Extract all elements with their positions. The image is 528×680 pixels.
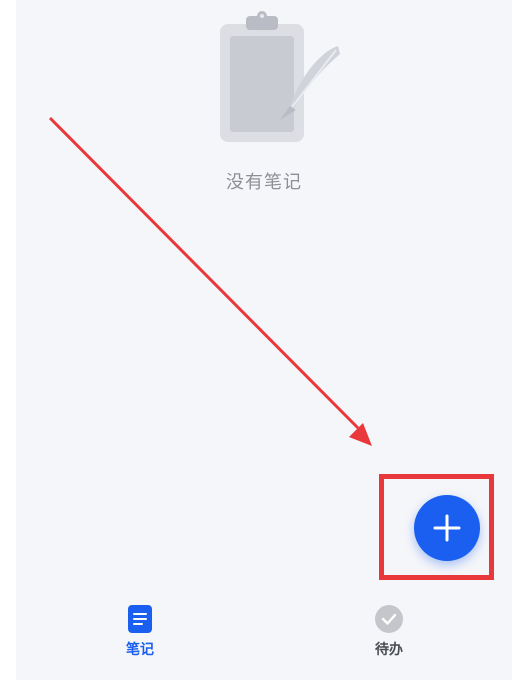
plus-icon — [433, 514, 461, 542]
todo-check-icon — [375, 605, 403, 633]
empty-state: 没有笔记 — [16, 0, 512, 200]
app-screen: 没有笔记 — [16, 0, 512, 680]
nav-tab-notes[interactable]: 笔记 — [90, 604, 190, 664]
nav-tab-todo[interactable]: 待办 — [339, 604, 439, 664]
add-note-button[interactable] — [414, 495, 480, 561]
notes-icon — [128, 605, 152, 633]
empty-state-message: 没有笔记 — [226, 172, 302, 193]
clipboard-quill-icon — [220, 11, 340, 142]
nav-tab-todo-label: 待办 — [375, 642, 403, 658]
bottom-nav: 笔记 待办 — [16, 596, 512, 680]
nav-tab-notes-label: 笔记 — [126, 642, 154, 658]
